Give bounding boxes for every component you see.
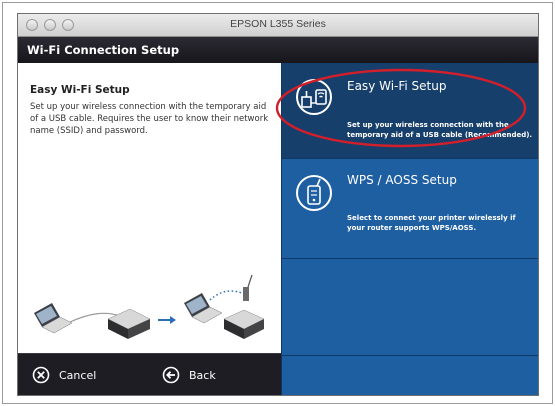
footer-bar: Cancel Back xyxy=(18,353,281,395)
window-title: EPSON L355 Series xyxy=(230,18,326,30)
setup-illustration xyxy=(34,274,265,339)
highlight-oval xyxy=(275,68,527,148)
laptop-icon xyxy=(34,303,73,334)
cancel-icon xyxy=(32,366,50,384)
back-arrow-icon xyxy=(162,366,180,384)
wireless-signal xyxy=(209,290,243,301)
option-empty-slot xyxy=(282,356,538,395)
page-header: Wi-Fi Connection Setup xyxy=(18,37,538,63)
page-title: Wi-Fi Connection Setup xyxy=(27,43,180,57)
laptop-icon xyxy=(184,293,223,324)
printer-icon xyxy=(107,308,151,339)
printer-icon xyxy=(223,309,265,339)
option-title: WPS / AOSS Setup xyxy=(347,173,457,187)
info-panel: Easy Wi-Fi Setup Set up your wireless co… xyxy=(18,63,281,353)
info-description: Set up your wireless connection with the… xyxy=(30,102,269,136)
cancel-label: Cancel xyxy=(59,368,97,382)
back-button[interactable]: Back xyxy=(162,366,216,384)
cancel-button[interactable]: Cancel xyxy=(32,366,96,384)
router-icon xyxy=(243,274,253,301)
router-icon xyxy=(296,175,332,211)
option-wps-aoss-setup[interactable]: WPS / AOSS Setup Select to connect your … xyxy=(282,159,538,259)
option-description: Select to connect your printer wirelessl… xyxy=(347,214,516,232)
back-label: Back xyxy=(189,368,216,382)
option-empty-slot xyxy=(282,259,538,356)
info-title: Easy Wi-Fi Setup xyxy=(30,84,130,96)
arrow-right-icon xyxy=(158,316,176,324)
window-titlebar: EPSON L355 Series xyxy=(18,14,538,37)
